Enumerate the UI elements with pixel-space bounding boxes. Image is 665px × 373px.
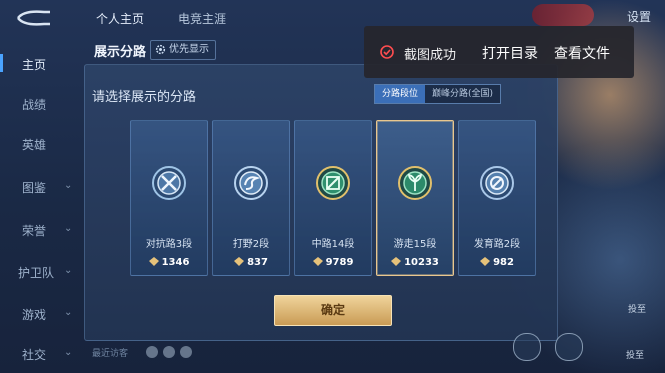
segment-lane-rank[interactable]: 分路段位	[375, 85, 426, 103]
friend-avatar-chip[interactable]	[532, 4, 594, 26]
sidebar-item-guard[interactable]: 护卫队 ⌄	[0, 256, 80, 286]
sidebar-item-honor[interactable]: 荣誉 ⌄	[0, 214, 80, 244]
sidebar-item-label: 游戏	[22, 308, 47, 322]
sidebar-item-game[interactable]: 游戏 ⌄	[0, 298, 80, 328]
sidebar-item-label: 战绩	[22, 98, 47, 112]
avatar	[163, 346, 175, 358]
confirm-button[interactable]: 确定	[274, 295, 392, 326]
vote-button[interactable]: 投至	[628, 302, 646, 315]
sidebar-item-label: 英雄	[22, 138, 47, 152]
swirl-badge-icon	[234, 166, 268, 200]
shield-badge-icon	[480, 166, 514, 200]
chevron-down-icon: ⌄	[64, 223, 73, 234]
lane-score: 10233	[377, 257, 453, 268]
lane-card-jungle[interactable]: 打野2段 837	[212, 120, 290, 276]
points-icon	[391, 257, 402, 266]
segment-peak-lane[interactable]: 巅峰分路(全国)	[425, 85, 501, 103]
visitor-avatars[interactable]	[146, 343, 197, 362]
chat-icon[interactable]	[555, 333, 583, 361]
lane-score-value: 10233	[404, 257, 439, 268]
sidebar-item-record[interactable]: 战绩	[0, 88, 80, 118]
recent-visitors-label: 最近访客	[92, 349, 129, 359]
sidebar-item-codex[interactable]: 图鉴 ⌄	[0, 171, 80, 201]
tab-esports[interactable]: 电竞主涯	[178, 10, 226, 27]
view-file-link[interactable]: 查看文件	[554, 43, 610, 63]
sidebar-item-social[interactable]: 社交 ⌄	[0, 338, 80, 368]
lane-card-farm[interactable]: 发育路2段 982	[458, 120, 536, 276]
gear-icon	[155, 44, 166, 55]
chevron-down-icon: ⌄	[64, 347, 73, 358]
lane-card-top[interactable]: 对抗路3段 1346	[130, 120, 208, 276]
chevron-down-icon: ⌄	[64, 265, 73, 276]
sidebar-item-label: 护卫队	[18, 266, 55, 280]
vote-button-bottom[interactable]: 投至	[626, 348, 644, 361]
lane-card-roam[interactable]: 游走15段 10233	[376, 120, 454, 276]
priority-display-label: 优先显示	[169, 44, 209, 55]
tab-profile[interactable]: 个人主页	[96, 10, 144, 27]
panel-title: 展示分路	[94, 45, 147, 60]
chevron-down-icon: ⌄	[64, 307, 73, 318]
sidebar: 主页 战绩 英雄 图鉴 ⌄ 荣誉 ⌄ 护卫队 ⌄ 游戏 ⌄ 社交 ⌄	[0, 36, 80, 373]
sidebar-item-label: 社交	[22, 348, 47, 362]
lane-name: 打野2段	[232, 239, 270, 250]
back-icon[interactable]	[14, 8, 54, 28]
lane-name: 游走15段	[393, 239, 437, 250]
select-prompt: 请选择展示的分路	[92, 90, 197, 105]
lane-card-mid[interactable]: 中路14段 9789	[294, 120, 372, 276]
lane-score-value: 9789	[325, 257, 354, 268]
sidebar-item-home[interactable]: 主页	[0, 48, 80, 78]
sidebar-item-heroes[interactable]: 英雄	[0, 128, 80, 158]
lane-score: 9789	[295, 257, 371, 268]
lane-score: 1346	[131, 257, 207, 268]
lane-score-value: 982	[493, 257, 514, 268]
avatar	[146, 346, 158, 358]
lane-score-value: 1346	[161, 257, 190, 268]
sidebar-item-label: 荣誉	[22, 224, 47, 238]
avatar	[180, 346, 192, 358]
leaf-badge-icon	[398, 166, 432, 200]
sidebar-item-label: 主页	[22, 58, 47, 72]
open-folder-link[interactable]: 打开目录	[482, 43, 538, 63]
lane-name: 对抗路3段	[145, 239, 193, 250]
screenshot-toast: 截图成功 打开目录 查看文件	[364, 26, 634, 78]
check-circle-icon	[380, 45, 394, 59]
lane-mode-toggle: 分路段位 巅峰分路(全国)	[374, 84, 502, 104]
sword-badge-icon	[152, 166, 186, 200]
lane-score: 982	[459, 257, 535, 268]
points-icon	[234, 257, 245, 266]
priority-display-button[interactable]: 优先显示	[150, 40, 216, 60]
settings-button[interactable]: 设置	[627, 8, 651, 25]
points-icon	[480, 257, 491, 266]
mid-lane-badge-icon	[316, 166, 350, 200]
active-indicator	[0, 54, 3, 72]
toast-message: 截图成功	[404, 48, 457, 63]
points-icon	[312, 257, 323, 266]
points-icon	[148, 257, 159, 266]
sidebar-item-label: 图鉴	[22, 181, 47, 195]
lane-score-value: 837	[247, 257, 268, 268]
lane-name: 发育路2段	[473, 239, 521, 250]
lane-name: 中路14段	[311, 239, 355, 250]
home-icon[interactable]	[513, 333, 541, 361]
chevron-down-icon: ⌄	[64, 180, 73, 191]
lane-score: 837	[213, 257, 289, 268]
